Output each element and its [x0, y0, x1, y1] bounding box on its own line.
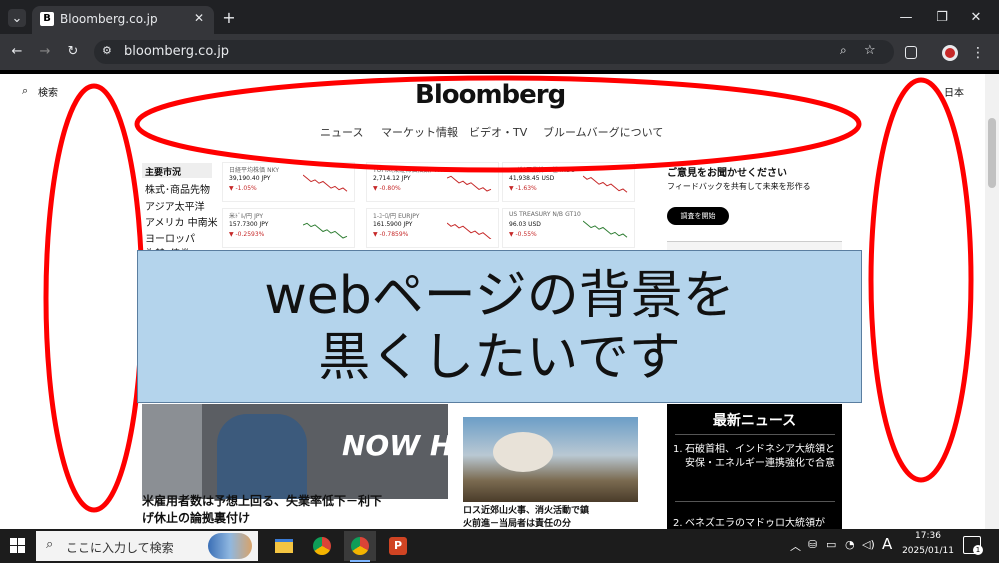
ellipse-right	[868, 77, 974, 483]
volume-icon[interactable]: ◁)	[862, 538, 875, 551]
ellipse-header	[134, 75, 862, 173]
search-highlight-image	[208, 533, 252, 559]
chrome-icon[interactable]	[306, 531, 338, 561]
notification-count: 1	[973, 545, 983, 555]
active-app-indicator	[350, 560, 370, 562]
clock-date[interactable]: 2025/01/11	[898, 546, 958, 556]
annotation-banner: webページの背景を 黒くしたいです	[137, 250, 862, 403]
file-explorer-icon[interactable]	[268, 531, 300, 561]
notification-icon[interactable]: 1	[963, 536, 983, 555]
network-icon[interactable]: ⛁	[808, 538, 817, 551]
ellipse-left	[43, 83, 145, 513]
battery-icon[interactable]: ▭	[826, 538, 836, 551]
clock-time[interactable]: 17:36	[900, 531, 956, 541]
powerpoint-icon[interactable]: P	[382, 531, 414, 561]
taskbar-search-placeholder: ここに入力して検索	[66, 541, 174, 555]
windows-start-icon[interactable]	[10, 538, 26, 554]
chrome-profile-icon[interactable]	[344, 531, 376, 561]
wifi-icon[interactable]: ◔	[845, 538, 855, 551]
annotation-line-2: 黒くしたいです	[318, 327, 681, 388]
annotation-line-1: webページの背景を	[264, 265, 735, 326]
tray-chevron-icon[interactable]: ︿	[790, 538, 801, 554]
ime-indicator[interactable]: A	[882, 535, 892, 553]
taskbar-search-box[interactable]: ⌕ ここに入力して検索	[36, 531, 258, 561]
taskbar-search-icon: ⌕	[46, 537, 54, 552]
